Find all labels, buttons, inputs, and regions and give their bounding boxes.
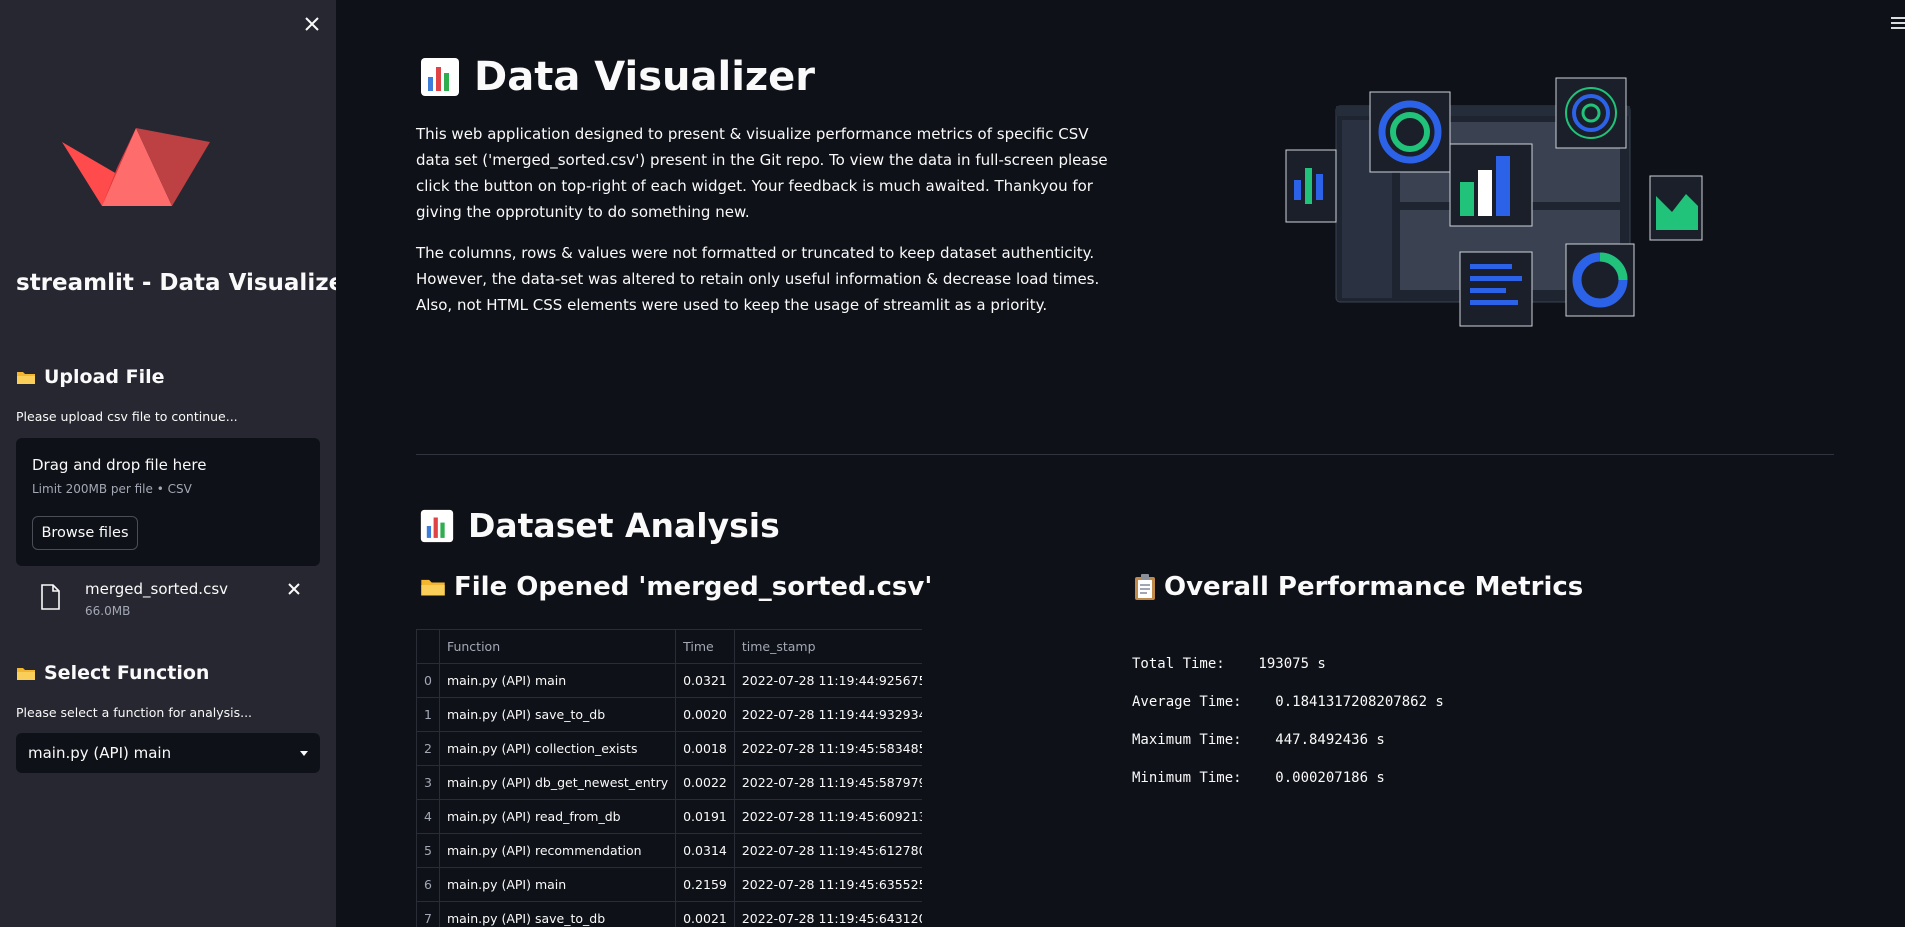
cell-time-stamp[interactable]: 2022-07-28 11:19:45:612780 (733, 833, 922, 868)
close-sidebar-icon[interactable] (300, 12, 324, 36)
chart-icon (420, 509, 454, 542)
cell-function[interactable]: main.py (API) collection_exists (438, 731, 677, 766)
dropzone-title: Drag and drop file here (32, 456, 207, 474)
folder-icon (17, 371, 35, 384)
table-row: 2 main.py (API) collection_exists 0.0018… (416, 731, 922, 766)
table-row: 1 main.py (API) save_to_db 0.0020 2022-0… (416, 697, 922, 732)
table-header-row: Function Time time_stamp (416, 629, 922, 664)
upload-heading-label: Upload File (44, 366, 165, 388)
dashboard-illustration (1285, 77, 1703, 327)
column-header-time[interactable]: Time (675, 629, 735, 664)
cell-time-stamp[interactable]: 2022-07-28 11:19:45:609213 (733, 799, 922, 834)
cell-time-stamp[interactable]: 2022-07-28 11:19:44:925675 (733, 663, 922, 698)
column-header-index[interactable] (416, 629, 440, 664)
table-row: 6 main.py (API) main 0.2159 2022-07-28 1… (416, 867, 922, 902)
cell-time-stamp[interactable]: 2022-07-28 11:19:45:635525 (733, 867, 922, 902)
select-heading: Select Function (16, 662, 209, 684)
function-select[interactable]: main.py (API) main (16, 733, 320, 773)
metrics-heading-text: Overall Performance Metrics (1164, 572, 1584, 602)
upload-prompt: Please upload csv file to continue... (16, 409, 238, 424)
cell-time-stamp[interactable]: 2022-07-28 11:19:45:587979 (733, 765, 922, 800)
streamlit-logo (62, 128, 210, 206)
row-index: 6 (416, 867, 440, 902)
cell-function[interactable]: main.py (API) db_get_newest_entry (438, 765, 677, 800)
section-divider (416, 454, 1834, 455)
cell-time[interactable]: 0.0191 (675, 799, 735, 834)
table-row: 3 main.py (API) db_get_newest_entry 0.00… (416, 765, 922, 800)
cell-time-stamp[interactable]: 2022-07-28 11:19:45:643120 (733, 901, 922, 927)
file-opened-heading: File Opened 'merged_sorted.csv' (420, 572, 932, 602)
cell-time[interactable]: 0.0020 (675, 697, 735, 732)
row-index: 3 (416, 765, 440, 800)
metric-minimum-time: Minimum Time: 0.000207186 s (1132, 770, 1385, 786)
cell-function[interactable]: main.py (API) read_from_db (438, 799, 677, 834)
browse-files-button[interactable]: Browse files (32, 516, 138, 550)
cell-time[interactable]: 0.0314 (675, 833, 735, 868)
column-header-time-stamp[interactable]: time_stamp (733, 629, 922, 664)
chart-icon (421, 58, 459, 96)
cell-function[interactable]: main.py (API) recommendation (438, 833, 677, 868)
chevron-down-icon (300, 750, 308, 756)
row-index: 4 (416, 799, 440, 834)
sidebar-title: streamlit - Data Visualizer (16, 270, 336, 296)
column-header-function[interactable]: Function (438, 629, 677, 664)
dataframe-table: Function Time time_stamp 0 main.py (API)… (416, 629, 922, 927)
cell-time-stamp[interactable]: 2022-07-28 11:19:44:932934 (733, 697, 922, 732)
file-opened-text: File Opened 'merged_sorted.csv' (454, 572, 933, 602)
table-row: 4 main.py (API) read_from_db 0.0191 2022… (416, 799, 922, 834)
row-index: 0 (416, 663, 440, 698)
analysis-title: Dataset Analysis (420, 506, 780, 545)
table-row: 5 main.py (API) recommendation 0.0314 20… (416, 833, 922, 868)
select-heading-label: Select Function (44, 662, 210, 684)
folder-icon (17, 667, 35, 680)
select-prompt: Please select a function for analysis... (16, 705, 253, 720)
folder-icon (421, 579, 445, 596)
dataframe[interactable]: Function Time time_stamp 0 main.py (API)… (416, 629, 922, 927)
upload-heading: Upload File (16, 366, 165, 388)
analysis-title-text: Dataset Analysis (468, 506, 780, 545)
metrics-heading: Overall Performance Metrics (1134, 572, 1583, 602)
cell-function[interactable]: main.py (API) save_to_db (438, 901, 677, 927)
row-index: 2 (416, 731, 440, 766)
row-index: 1 (416, 697, 440, 732)
page-title-text: Data Visualizer (474, 54, 816, 100)
row-index: 5 (416, 833, 440, 868)
cell-time[interactable]: 0.2159 (675, 867, 735, 902)
remove-file-icon[interactable] (285, 580, 303, 598)
uploaded-file-size: 66.0MB (85, 604, 131, 618)
intro-paragraph-1: This web application designed to present… (416, 125, 1108, 221)
metric-average-time: Average Time: 0.1841317208207862 s (1132, 694, 1444, 710)
page-title: Data Visualizer (420, 54, 815, 100)
cell-time[interactable]: 0.0021 (675, 901, 735, 927)
file-icon (41, 584, 60, 610)
cell-time[interactable]: 0.0321 (675, 663, 735, 698)
table-row: 0 main.py (API) main 0.0321 2022-07-28 1… (416, 663, 922, 698)
cell-function[interactable]: main.py (API) main (438, 663, 677, 698)
cell-time[interactable]: 0.0022 (675, 765, 735, 800)
table-row: 7 main.py (API) save_to_db 0.0021 2022-0… (416, 901, 922, 927)
main-content: Data Visualizer This web application des… (336, 0, 1905, 927)
function-select-value: main.py (API) main (28, 744, 172, 762)
cell-time[interactable]: 0.0018 (675, 731, 735, 766)
sidebar: streamlit - Data Visualizer Upload File … (0, 0, 336, 927)
clipboard-icon (1135, 574, 1155, 600)
intro-paragraph-2: The columns, rows & values were not form… (416, 244, 1100, 314)
cell-function[interactable]: main.py (API) save_to_db (438, 697, 677, 732)
hamburger-icon[interactable] (1891, 16, 1905, 30)
cell-time-stamp[interactable]: 2022-07-28 11:19:45:583485 (733, 731, 922, 766)
metric-total-time: Total Time: 193075 s (1132, 656, 1326, 672)
cell-function[interactable]: main.py (API) main (438, 867, 677, 902)
uploaded-file-name: merged_sorted.csv (85, 580, 229, 598)
file-dropzone[interactable]: Drag and drop file here Limit 200MB per … (16, 438, 320, 566)
dropzone-limit: Limit 200MB per file • CSV (32, 482, 192, 496)
row-index: 7 (416, 901, 440, 927)
metric-maximum-time: Maximum Time: 447.8492436 s (1132, 732, 1385, 748)
